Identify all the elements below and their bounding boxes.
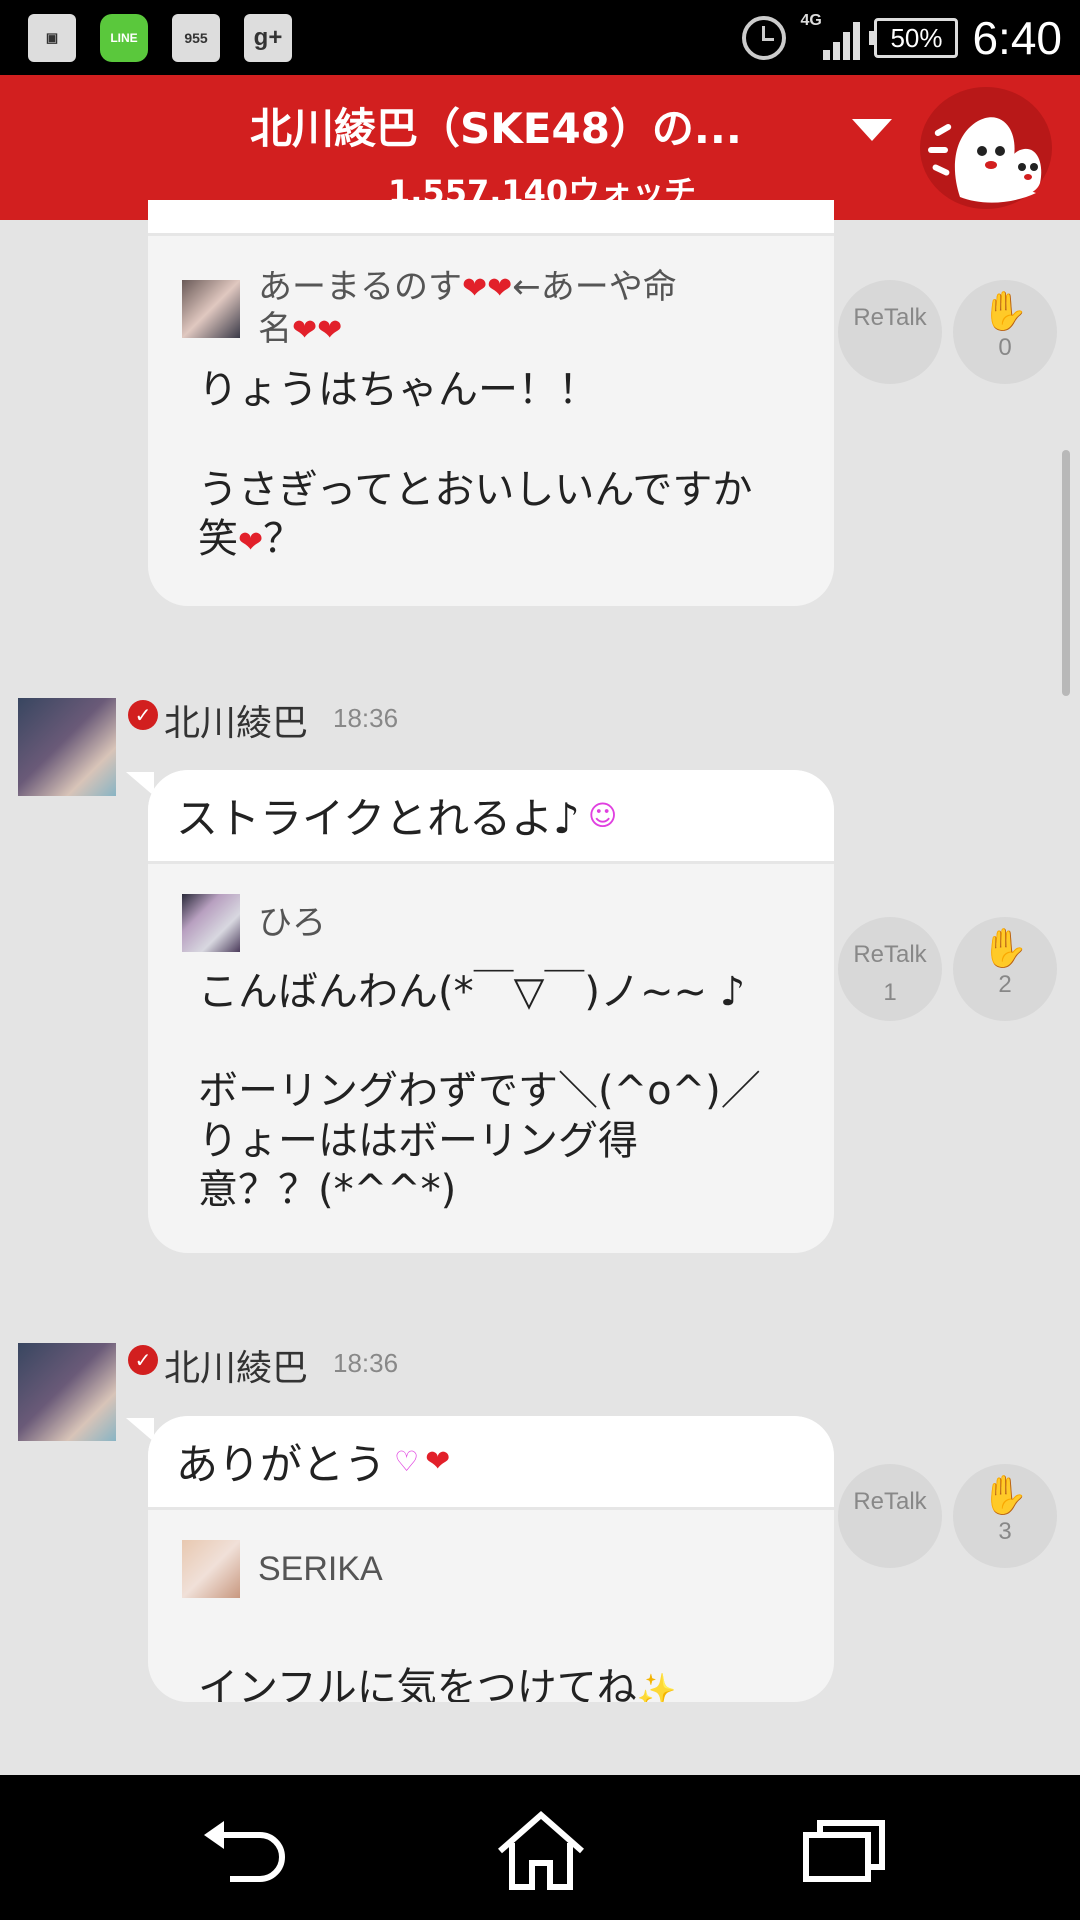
reply-name: あーまるのす❤❤←あーや命 名❤❤: [258, 267, 677, 350]
clap-button[interactable]: ✋ 0: [953, 280, 1057, 384]
message-time: 18:36: [333, 703, 399, 733]
back-icon: [204, 1821, 285, 1882]
heart-icon: ❤❤: [462, 271, 513, 306]
app-header: 北川綾巴（SKE48）の... 1,557,140ウォッチ: [0, 75, 1080, 220]
verified-icon: ✓: [128, 1345, 158, 1375]
google-plus-icon: g+: [244, 14, 292, 62]
heart-eyes-emoji-icon: ♡: [394, 1445, 420, 1478]
clap-button[interactable]: ✋ 3: [953, 1464, 1057, 1568]
avatar[interactable]: [18, 1343, 116, 1441]
recent-apps-button[interactable]: [786, 1805, 896, 1895]
home-button[interactable]: [486, 1805, 596, 1895]
retalk-button[interactable]: ReTalk 1: [838, 917, 942, 1021]
heart-arrow-icon: ❤: [425, 1444, 451, 1479]
bubble-tail: [126, 1418, 154, 1442]
page-title[interactable]: 北川綾巴（SKE48）の...: [250, 95, 850, 156]
bubble-top-partial: [148, 200, 834, 236]
reply-name: SERIKA: [258, 1550, 383, 1588]
reply-avatar: [182, 1540, 240, 1598]
back-button[interactable]: [190, 1805, 300, 1895]
message-bubble: あーまるのす❤❤←あーや命 名❤❤ りょうはちゃんー！！ うさぎってとおいしいんで…: [148, 200, 834, 606]
signal-icon: 4G: [800, 12, 861, 64]
sender-name: 北川綾巴: [164, 1348, 309, 1389]
alarm-icon: [742, 16, 787, 60]
sparkle-icon: ✨: [636, 1670, 677, 1702]
message-bubble: ありがとう ♡ ❤ SERIKA インフルに気をつけてね✨: [148, 1416, 834, 1702]
verified-icon: ✓: [128, 700, 158, 730]
retalk-button[interactable]: ReTalk: [838, 1464, 942, 1568]
955-icon: 955: [172, 14, 220, 62]
smile-emoji-icon: ☺: [587, 799, 618, 832]
heart-icon: ❤: [238, 525, 264, 561]
clap-icon: ✋: [981, 291, 1029, 333]
sender-name: 北川綾巴: [164, 703, 309, 744]
reply-avatar: [182, 280, 240, 338]
status-bar: ▣ LINE 955 g+ 4G 50% 6:40: [0, 0, 1080, 75]
message-time: 18:36: [333, 1348, 399, 1378]
message-text: ありがとう ♡ ❤: [148, 1416, 834, 1510]
battery-icon: 50%: [869, 18, 959, 58]
navigation-bar: [0, 1775, 1080, 1920]
reply-text: こんばんわん(*￣▽￣)ノ~~ ♪ ボーリングわずです＼(^o^)／ りょーはは…: [198, 969, 761, 1214]
message-text: ストライクとれるよ♪ ☺: [148, 770, 834, 864]
line-icon: LINE: [100, 14, 148, 62]
reply-avatar: [182, 894, 240, 952]
reply-text: りょうはちゃんー！！ うさぎってとおいしいんですか 笑❤？: [198, 367, 753, 563]
retalk-button[interactable]: ReTalk: [838, 280, 942, 384]
clap-button[interactable]: ✋ 2: [953, 917, 1057, 1021]
gallery-icon: ▣: [28, 14, 76, 62]
clap-icon: ✋: [981, 928, 1029, 970]
mascot-icon[interactable]: [920, 87, 1052, 209]
scrollbar[interactable]: [1062, 450, 1070, 696]
heart-icon: ❤❤: [292, 313, 343, 349]
home-icon: [498, 1811, 584, 1890]
message-bubble: ストライクとれるよ♪ ☺ ひろ こんばんわん(*￣▽￣)ノ~~ ♪ ボーリングわず…: [148, 770, 834, 1253]
network-type: 4G: [800, 12, 822, 29]
recent-apps-icon: [803, 1820, 885, 1882]
avatar[interactable]: [18, 698, 116, 796]
dropdown-caret-icon[interactable]: [852, 119, 892, 141]
battery-level: 50%: [890, 22, 943, 53]
clock: 6:40: [972, 12, 1062, 64]
clap-icon: ✋: [981, 1475, 1029, 1517]
reply-name: ひろ: [258, 903, 326, 943]
bubble-tail: [126, 772, 154, 796]
reply-text: インフルに気をつけてね✨: [198, 1614, 818, 1702]
